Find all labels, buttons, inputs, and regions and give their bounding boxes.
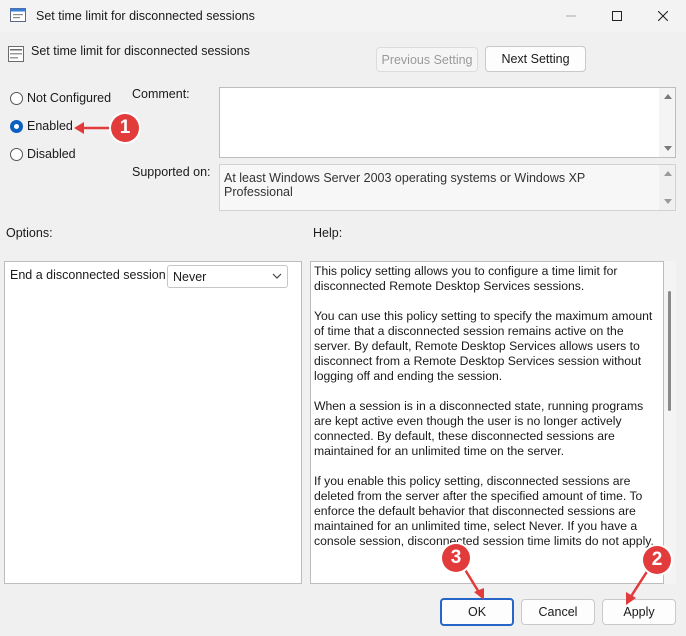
arrow-3 [462, 566, 482, 596]
annotation-arrows [74, 122, 650, 605]
arrow-head-3 [474, 588, 484, 600]
callout-1: 1 [111, 114, 139, 142]
arrow-2 [628, 568, 650, 600]
arrow-head-2 [626, 592, 636, 605]
arrow-head-1 [74, 122, 84, 134]
callout-2: 2 [643, 546, 671, 574]
callout-3: 3 [442, 544, 470, 572]
